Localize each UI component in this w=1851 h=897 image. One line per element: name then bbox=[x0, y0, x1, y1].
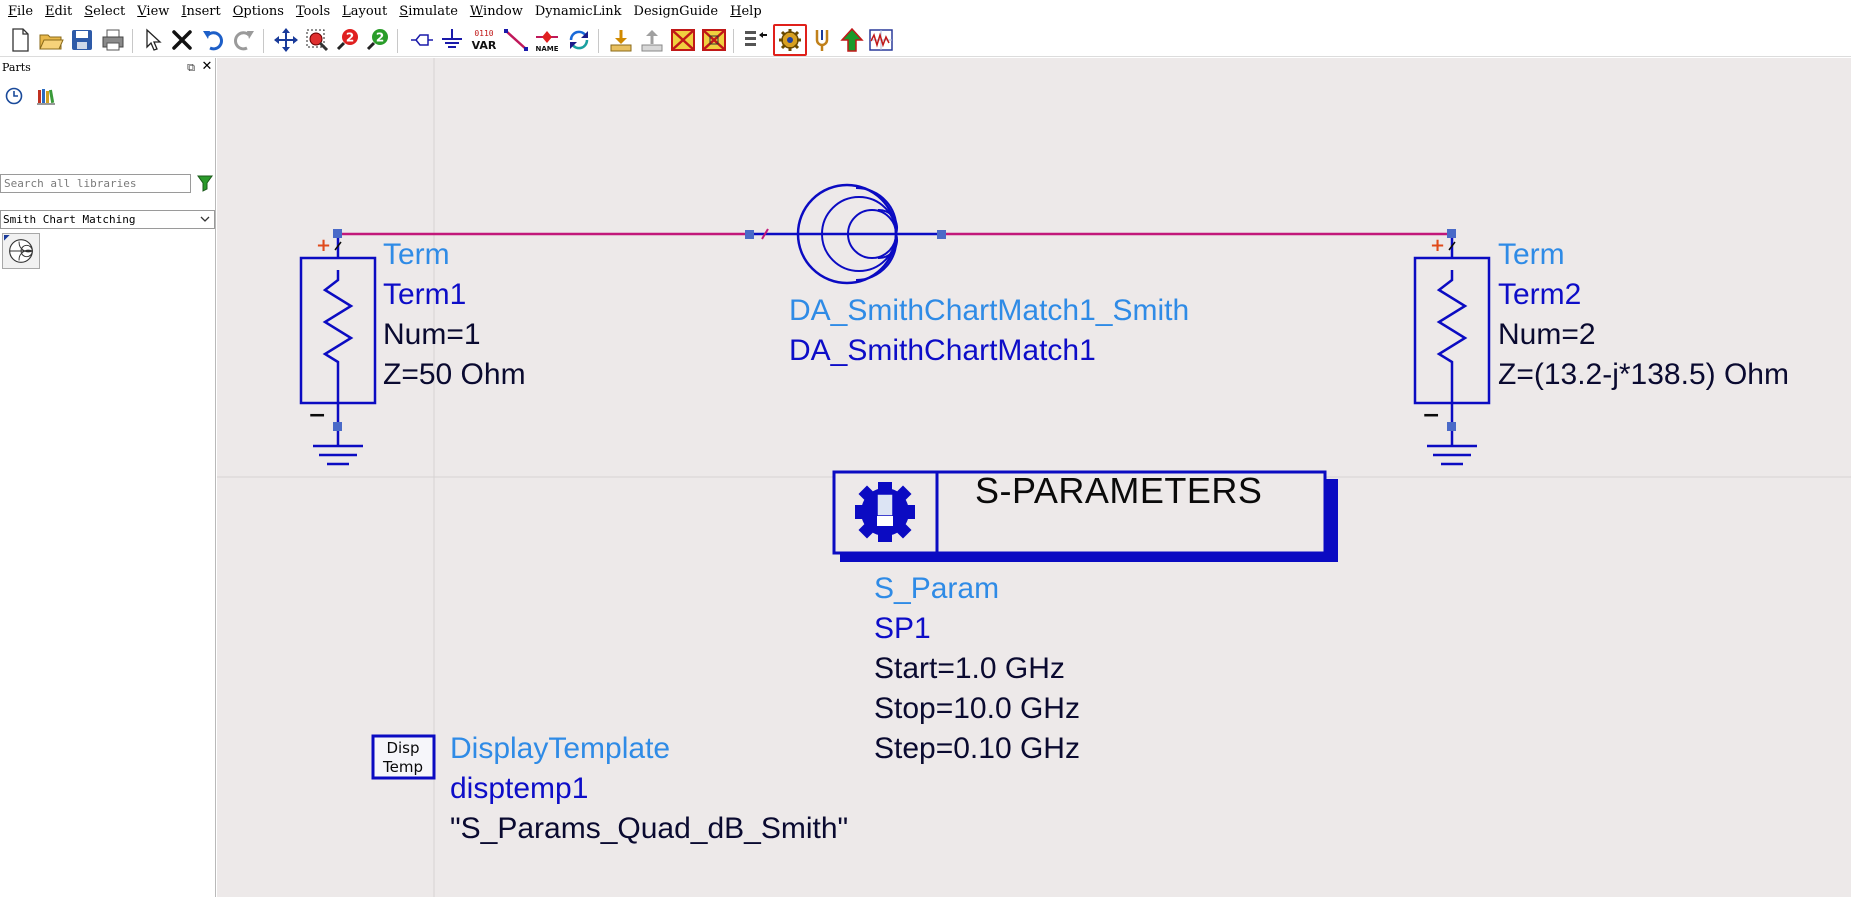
save-icon[interactable] bbox=[68, 26, 96, 54]
svg-text:NAME: NAME bbox=[535, 45, 558, 53]
menu-select[interactable]: Select bbox=[78, 0, 131, 23]
deactivate-component-icon[interactable] bbox=[669, 26, 697, 54]
name-icon[interactable]: NAME bbox=[533, 26, 561, 54]
library-select[interactable]: Smith Chart Matching bbox=[0, 210, 215, 229]
new-file-icon[interactable] bbox=[6, 26, 34, 54]
term1-plus: + bbox=[316, 235, 331, 256]
term2-type-label: Term bbox=[1498, 238, 1565, 271]
toolbar-separator bbox=[598, 29, 599, 53]
sparam-type-label: S_Param bbox=[874, 572, 1000, 605]
push-into-hierarchy-icon[interactable] bbox=[607, 26, 635, 54]
menu-help[interactable]: Help bbox=[724, 0, 768, 23]
menu-options[interactable]: Options bbox=[227, 0, 290, 23]
toolbar-separator bbox=[132, 29, 133, 53]
parts-panel-title: Parts bbox=[2, 61, 31, 74]
chevron-down-icon bbox=[199, 212, 211, 227]
term2-pin-bottom bbox=[1447, 422, 1456, 431]
smith-pin-left bbox=[745, 230, 754, 239]
float-panel-icon[interactable]: ⧉ bbox=[185, 62, 197, 74]
term2-pin-top bbox=[1447, 229, 1456, 238]
term2-plus: + bbox=[1430, 235, 1445, 256]
sparam-name-label: SP1 bbox=[874, 612, 931, 645]
menu-file[interactable]: File bbox=[2, 0, 39, 23]
sparam-stop-label: Stop=10.0 GHz bbox=[874, 692, 1080, 725]
library-books-icon[interactable] bbox=[36, 86, 56, 106]
simulate-gear-icon[interactable] bbox=[773, 24, 807, 56]
sparam-gear-icon bbox=[855, 482, 915, 542]
smith-pin-right bbox=[937, 230, 946, 239]
filter-icon[interactable] bbox=[196, 174, 214, 192]
svg-text:VAR: VAR bbox=[472, 39, 497, 52]
menu-simulate[interactable]: Simulate bbox=[393, 0, 464, 23]
menu-bar: File Edit Select View Insert Options Too… bbox=[0, 0, 1851, 23]
term2-num-label: Num=2 bbox=[1498, 318, 1596, 351]
zoom-area-icon[interactable] bbox=[303, 26, 331, 54]
smith-name-label: DA_SmithChartMatch1 bbox=[789, 334, 1096, 367]
term1-pin-top bbox=[333, 229, 342, 238]
rotate-icon[interactable] bbox=[565, 26, 593, 54]
recent-parts-icon[interactable] bbox=[4, 86, 24, 106]
term2-minus: − bbox=[1422, 403, 1440, 428]
zoom-out-icon[interactable]: 2 bbox=[364, 26, 392, 54]
move-icon[interactable] bbox=[272, 26, 300, 54]
menu-layout[interactable]: Layout bbox=[336, 0, 393, 23]
term2-z-label: Z=(13.2-j*138.5) Ohm bbox=[1498, 358, 1789, 391]
term1-num-label: Num=1 bbox=[383, 318, 481, 351]
zoom-in-icon[interactable]: 2 bbox=[334, 26, 362, 54]
menu-window[interactable]: Window bbox=[464, 0, 529, 23]
term1-z-label: Z=50 Ohm bbox=[383, 358, 526, 391]
term1-minus: − bbox=[308, 403, 326, 428]
menu-designguide[interactable]: DesignGuide bbox=[628, 0, 725, 23]
print-icon[interactable] bbox=[99, 26, 127, 54]
disptemp-type-label: DisplayTemplate bbox=[450, 732, 671, 765]
toolbar-separator bbox=[263, 29, 264, 53]
menu-tools[interactable]: Tools bbox=[290, 0, 336, 23]
sparam-step-label: Step=0.10 GHz bbox=[874, 732, 1080, 765]
smith-type-label: DA_SmithChartMatch1_Smith bbox=[789, 294, 1190, 327]
toolbar: 2 2 0110 VAR NAME bbox=[0, 23, 1851, 57]
tuning-fork-icon[interactable] bbox=[808, 26, 836, 54]
redo-icon[interactable] bbox=[230, 26, 258, 54]
optimize-arrow-icon[interactable] bbox=[838, 26, 866, 54]
svg-text:0110: 0110 bbox=[474, 29, 493, 38]
var-equation-icon[interactable]: 0110 VAR bbox=[470, 26, 498, 54]
parts-panel: Parts ⧉ ✕ Smith Chart Matching bbox=[0, 58, 216, 897]
menu-edit[interactable]: Edit bbox=[39, 0, 78, 23]
smith-chart-part-icon[interactable] bbox=[2, 233, 40, 269]
smith-chart-match-symbol bbox=[749, 183, 941, 285]
disptemp-value-label: "S_Params_Quad_dB_Smith" bbox=[450, 812, 849, 845]
menu-view[interactable]: View bbox=[131, 0, 175, 23]
disptemp-icon-line2: Temp bbox=[382, 758, 423, 776]
data-display-icon[interactable] bbox=[867, 26, 895, 54]
library-select-value: Smith Chart Matching bbox=[3, 213, 136, 226]
toolbar-separator bbox=[397, 29, 398, 53]
schematic-canvas[interactable]: + − + − Disp Temp Term Term1 Num=1 Z=50 … bbox=[217, 58, 1851, 897]
undo-icon[interactable] bbox=[199, 26, 227, 54]
svg-text:2: 2 bbox=[346, 31, 354, 45]
pop-out-hierarchy-icon[interactable] bbox=[638, 26, 666, 54]
ground-icon[interactable] bbox=[438, 26, 466, 54]
port-icon[interactable] bbox=[408, 26, 436, 54]
deactivate-short-icon[interactable] bbox=[700, 26, 728, 54]
menu-dynamiclink[interactable]: DynamicLink bbox=[529, 0, 628, 23]
sparam-start-label: Start=1.0 GHz bbox=[874, 652, 1065, 685]
svg-text:2: 2 bbox=[376, 31, 384, 45]
delete-x-icon[interactable] bbox=[168, 26, 196, 54]
search-libraries-input[interactable] bbox=[0, 174, 191, 193]
wire-icon[interactable] bbox=[502, 26, 530, 54]
simulation-setup-icon[interactable] bbox=[741, 26, 769, 54]
close-panel-icon[interactable]: ✕ bbox=[201, 60, 213, 73]
open-folder-icon[interactable] bbox=[37, 26, 65, 54]
toolbar-separator bbox=[733, 29, 734, 53]
select-arrow-icon[interactable] bbox=[138, 26, 166, 54]
sparam-block-title: S-PARAMETERS bbox=[975, 470, 1263, 511]
term1-type-label: Term bbox=[383, 238, 450, 271]
menu-insert[interactable]: Insert bbox=[175, 0, 226, 23]
term2-name-label: Term2 bbox=[1498, 278, 1582, 311]
term1-pin-bottom bbox=[333, 422, 342, 431]
disptemp-name-label: disptemp1 bbox=[450, 772, 589, 805]
disptemp-icon-line1: Disp bbox=[386, 739, 419, 757]
term1-name-label: Term1 bbox=[383, 278, 467, 311]
